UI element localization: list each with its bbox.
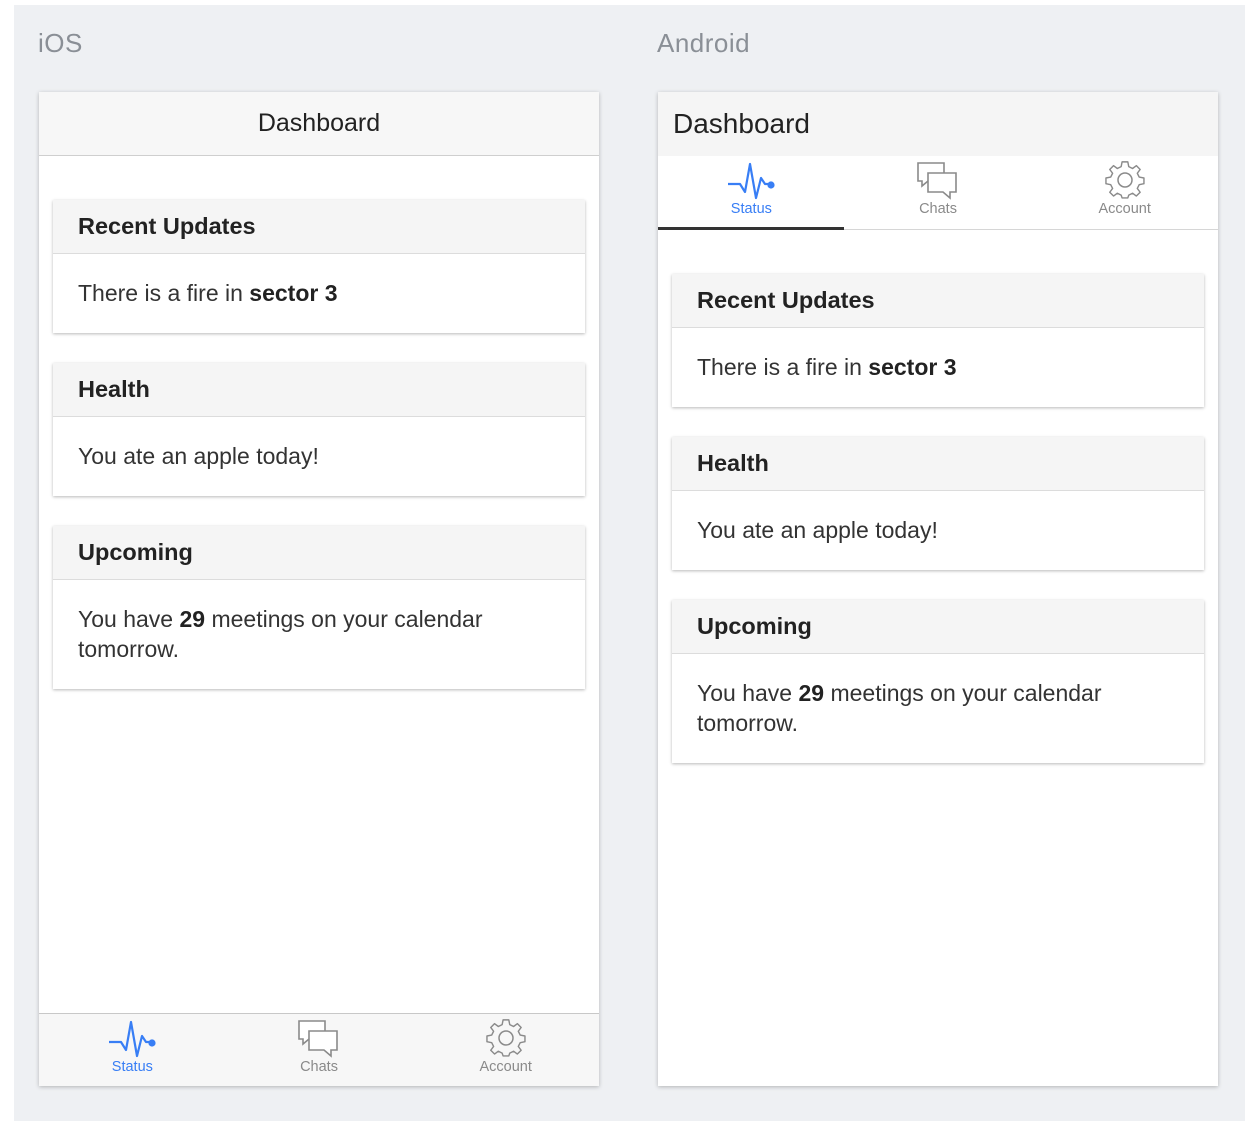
upcoming-card: Upcoming You have 29 meetings on your ca… bbox=[53, 526, 585, 689]
page-title: Dashboard bbox=[257, 109, 381, 137]
card-text-part: You have bbox=[697, 680, 799, 706]
card-text: You have 29 meetings on your calendar to… bbox=[672, 654, 1204, 763]
health-card: Health You ate an apple today! bbox=[53, 363, 585, 496]
ios-screen: Dashboard Recent Updates There is a fire… bbox=[39, 92, 599, 1086]
card-text-bold: sector 3 bbox=[249, 280, 338, 306]
tab-label: Status bbox=[111, 1059, 153, 1075]
tab-chats[interactable]: Chats bbox=[845, 156, 1032, 229]
card-text-bold: sector 3 bbox=[868, 354, 957, 380]
gear-icon bbox=[485, 1018, 526, 1058]
chat-bubbles-icon bbox=[916, 160, 960, 200]
tab-label: Status bbox=[730, 201, 772, 217]
recent-updates-card: Recent Updates There is a fire in sector… bbox=[672, 274, 1204, 407]
tab-account[interactable]: Account bbox=[412, 1014, 599, 1086]
card-text: You ate an apple today! bbox=[697, 517, 938, 543]
card-text-part: You have bbox=[78, 606, 180, 632]
card-text: You have 29 meetings on your calendar to… bbox=[53, 580, 585, 689]
chat-bubbles-icon bbox=[297, 1018, 341, 1058]
card-title: Health bbox=[672, 437, 1204, 491]
tab-label: Chats bbox=[919, 201, 957, 217]
card-text-bold: 29 bbox=[179, 606, 206, 632]
health-card: Health You ate an apple today! bbox=[672, 437, 1204, 570]
platform-label-ios: iOS bbox=[38, 28, 83, 58]
platform-label-android: Android bbox=[657, 28, 751, 58]
card-title: Recent Updates bbox=[672, 274, 1204, 328]
card-text-bold: 29 bbox=[798, 680, 825, 706]
card-title: Health bbox=[53, 363, 585, 417]
upcoming-card: Upcoming You have 29 meetings on your ca… bbox=[672, 600, 1204, 763]
tab-label: Chats bbox=[300, 1059, 338, 1075]
card-text: There is a fire in sector 3 bbox=[672, 328, 1204, 407]
android-screen: Dashboard Status Chats Account Recent Up… bbox=[658, 92, 1218, 1086]
recent-updates-card: Recent Updates There is a fire in sector… bbox=[53, 200, 585, 333]
active-tab-indicator bbox=[658, 227, 844, 230]
card-text: There is a fire in sector 3 bbox=[53, 254, 585, 333]
pulse-icon bbox=[726, 160, 776, 200]
card-text: You ate an apple today! bbox=[78, 443, 319, 469]
card-title: Upcoming bbox=[672, 600, 1204, 654]
tab-status[interactable]: Status bbox=[658, 156, 845, 229]
tab-account[interactable]: Account bbox=[1031, 156, 1218, 229]
tab-label: Account bbox=[479, 1059, 532, 1075]
tab-chats[interactable]: Chats bbox=[226, 1014, 413, 1086]
tab-status[interactable]: Status bbox=[39, 1014, 226, 1086]
card-title: Recent Updates bbox=[53, 200, 585, 254]
card-text-part: There is a fire in bbox=[697, 354, 869, 380]
card-title: Upcoming bbox=[53, 526, 585, 580]
gear-icon bbox=[1104, 160, 1145, 200]
ios-content: Recent Updates There is a fire in sector… bbox=[39, 156, 599, 689]
page-title: Dashboard bbox=[673, 108, 810, 139]
tab-label: Account bbox=[1098, 201, 1151, 217]
ios-tab-bar: Status Chats Account bbox=[39, 1013, 599, 1086]
pulse-icon bbox=[107, 1018, 157, 1058]
android-content: Recent Updates There is a fire in sector… bbox=[658, 230, 1218, 763]
ios-nav-bar: Dashboard bbox=[39, 92, 599, 156]
android-toolbar: Dashboard bbox=[658, 92, 1218, 156]
card-text-part: There is a fire in bbox=[78, 280, 250, 306]
android-tab-bar: Status Chats Account bbox=[658, 156, 1218, 230]
